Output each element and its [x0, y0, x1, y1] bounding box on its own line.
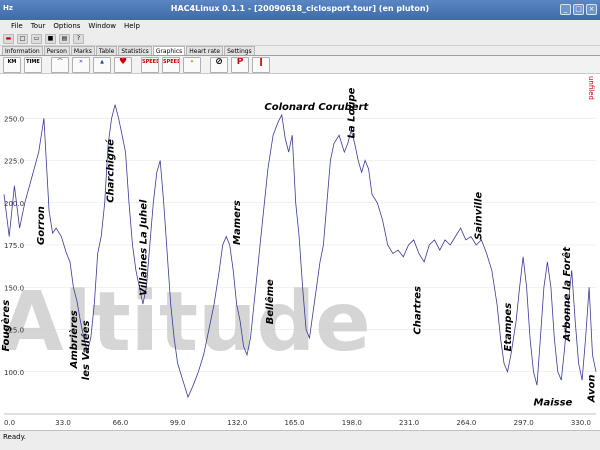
km-axis-button[interactable]: KM: [3, 56, 21, 73]
tab-graphics[interactable]: Graphics: [152, 46, 186, 55]
tab-heart-rate[interactable]: Heart rate: [186, 46, 224, 55]
x-tick-label-3: 99.0: [170, 419, 186, 427]
x-tick-label-1: 33.0: [55, 419, 71, 427]
menu-options[interactable]: Options: [53, 22, 80, 30]
minimize-icon[interactable]: _: [560, 4, 571, 15]
bike-icon[interactable]: ✕: [72, 56, 90, 73]
print-icon[interactable]: ▤: [59, 33, 70, 44]
altitude-plot[interactable]: Altitude 100.0 125.0 150.0 175.0 200.0 225.0 2…: [0, 74, 600, 438]
place-label-3: les Vallées: [80, 320, 92, 380]
x-tick-label-0: 0.0: [4, 419, 15, 427]
window-title: HAC4Linux 0.1.1 - [20090618_ciclosport.t…: [170, 4, 430, 13]
flag-icon[interactable]: ▬: [3, 33, 14, 44]
pause-button[interactable]: P: [231, 56, 249, 73]
menu-file[interactable]: File: [11, 22, 23, 30]
x-tick-label-8: 264.0: [456, 419, 476, 427]
y-tick-label-0: 100.0: [4, 369, 24, 377]
close-icon[interactable]: ×: [586, 4, 597, 15]
speed-avg-button[interactable]: SPEED: [162, 56, 180, 73]
place-label-2: Ambrières: [68, 310, 80, 369]
y-tick-label-5: 225.0: [4, 158, 24, 166]
altitude-chart: Altitude 100.0125.0150.0175.0200.0225.02…: [0, 76, 597, 427]
heart-icon[interactable]: ♥: [114, 56, 132, 73]
tab-information[interactable]: Information: [2, 46, 43, 55]
y-tick-label-2: 150.0: [4, 284, 24, 292]
menu-bar: File Tour Options Window Help: [0, 20, 600, 32]
temperature-icon[interactable]: ✦: [183, 56, 201, 73]
new-icon[interactable]: □: [17, 33, 28, 44]
tab-settings[interactable]: Settings: [224, 46, 255, 55]
menu-tour[interactable]: Tour: [31, 22, 46, 30]
place-label-12: Etampes: [503, 303, 514, 352]
place-label-1: Gorron: [36, 206, 47, 245]
main-toolbar: ▬ □ ▭ ■ ▤ ?: [0, 32, 600, 46]
zoom-icon[interactable]: ⊘: [210, 56, 228, 73]
place-label-9: La Loupe: [347, 87, 358, 138]
speed-button[interactable]: SPEED: [141, 56, 159, 73]
side-label: unfiled: [587, 76, 595, 100]
x-tick-label-5: 165.0: [284, 419, 304, 427]
save-icon[interactable]: ■: [45, 33, 56, 44]
place-label-11: Sainville: [473, 192, 484, 240]
tab-marks[interactable]: Marks: [70, 46, 95, 55]
x-tick-label-10: 330.0: [571, 419, 591, 427]
place-label-14: Maisse: [534, 398, 573, 409]
open-icon[interactable]: ▭: [31, 33, 42, 44]
menu-help[interactable]: Help: [124, 22, 140, 30]
altitude-profile-icon[interactable]: ⌒: [51, 56, 69, 73]
place-label-7: Bellême: [264, 279, 276, 324]
thermometer-icon[interactable]: ǀ: [252, 56, 270, 73]
chart-watermark: Altitude: [0, 275, 371, 370]
x-tick-label-4: 132.0: [227, 419, 247, 427]
place-label-0: Fougères: [0, 300, 12, 352]
y-tick-label-3: 175.0: [4, 242, 24, 250]
tab-statistics[interactable]: Statistics: [118, 46, 152, 55]
place-label-4: Charchigné: [104, 139, 116, 203]
window-controls: _ □ ×: [560, 4, 597, 15]
status-bar: Ready.: [0, 430, 600, 450]
x-tick-label-7: 231.0: [399, 419, 419, 427]
tab-table[interactable]: Table: [95, 46, 118, 55]
y-tick-label-4: 200.0: [4, 200, 24, 208]
place-label-6: Mamers: [232, 200, 243, 245]
help-pointer-icon[interactable]: ?: [73, 33, 84, 44]
chart-toolbar: KM TIME ⌒ ✕ ▲ ♥ SPEED SPEED ✦ ⊘ P ǀ: [0, 56, 600, 74]
time-axis-button[interactable]: TIME: [24, 56, 42, 73]
x-tick-label-2: 66.0: [113, 419, 129, 427]
place-label-5: Villaines La Juhel: [138, 199, 149, 296]
y-tick-label-6: 250.0: [4, 115, 24, 123]
maximize-icon[interactable]: □: [573, 4, 584, 15]
place-label-13: Arbonne la Forêt: [561, 246, 573, 342]
menu-window[interactable]: Window: [88, 22, 116, 30]
tab-person[interactable]: Person: [43, 46, 70, 55]
x-tick-label-6: 198.0: [342, 419, 362, 427]
place-label-15: Avon: [586, 374, 597, 403]
x-tick-label-9: 297.0: [514, 419, 534, 427]
tab-bar: Information Person Marks Table Statistic…: [0, 46, 600, 56]
place-label-10: Chartres: [413, 286, 424, 335]
climb-icon[interactable]: ▲: [93, 56, 111, 73]
title-bar: Hz HAC4Linux 0.1.1 - [20090618_ciclospor…: [0, 0, 600, 20]
